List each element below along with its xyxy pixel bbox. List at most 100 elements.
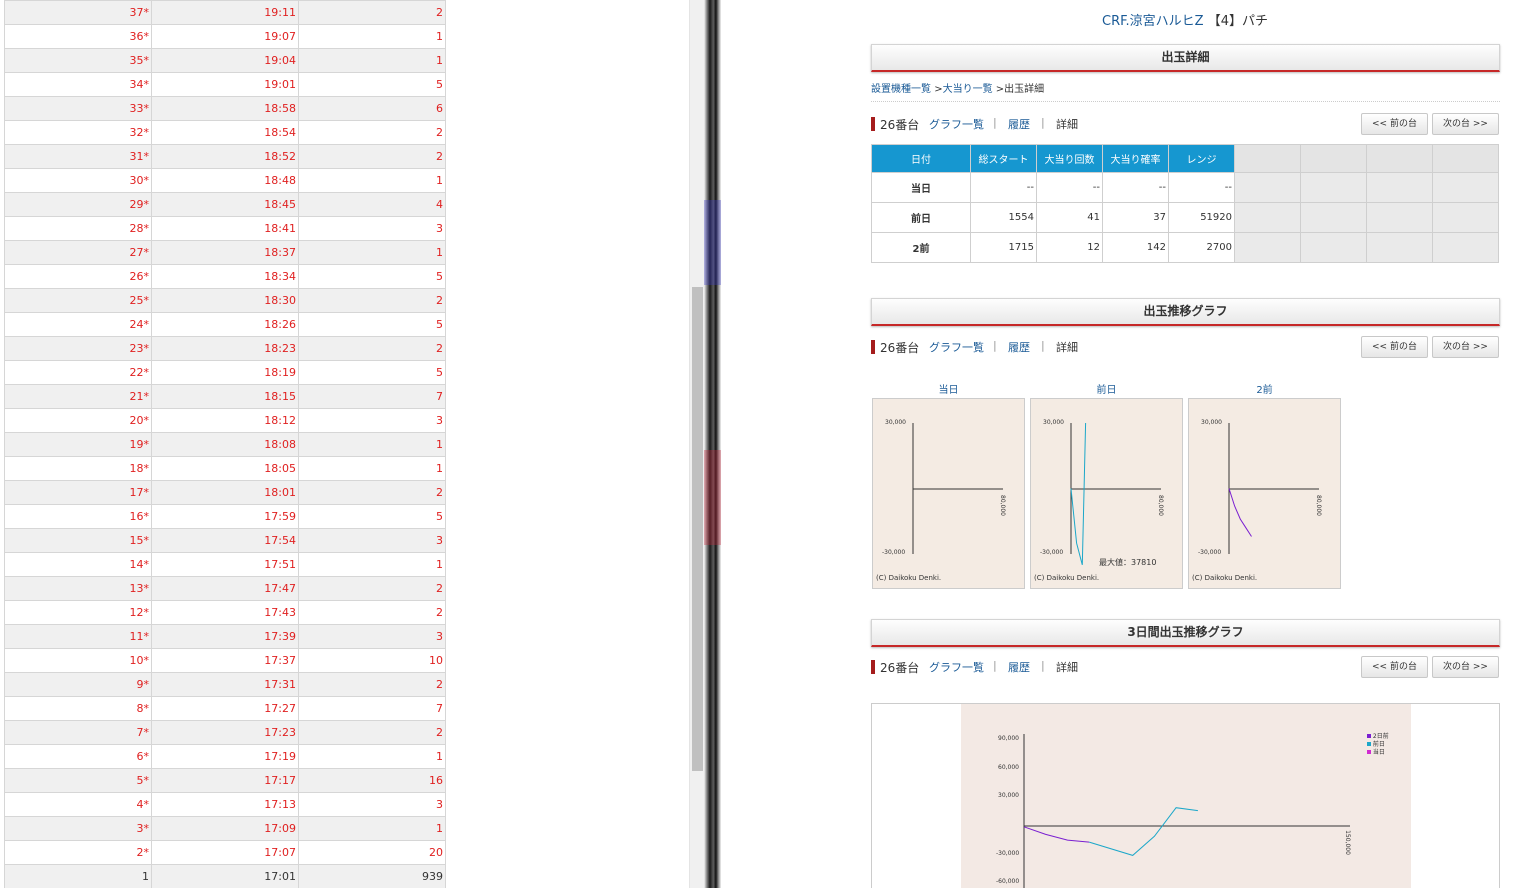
y-bottom-label: -30,000 bbox=[1198, 549, 1222, 556]
thumb-two-days-ago[interactable]: 2前 30,000 -30,000 80,000 (C) Daikoku Den… bbox=[1188, 381, 1341, 589]
history-row: 27* 18:37 1 bbox=[4, 240, 446, 265]
graph-list-link[interactable]: グラフ一覧 bbox=[929, 116, 984, 132]
stats-header-cell: 大当り確率 bbox=[1102, 144, 1169, 173]
section-header-detail: 出玉詳細 bbox=[871, 44, 1500, 72]
round-cell: 11* bbox=[4, 624, 152, 649]
thumb-chart[interactable]: 30,000 -30,000 80,000 最大値：37810 (C) Daik… bbox=[1030, 398, 1183, 589]
series-line bbox=[1228, 488, 1252, 537]
stats-value-cell: 12 bbox=[1036, 232, 1103, 263]
window-divider[interactable] bbox=[704, 0, 721, 888]
graph-list-link[interactable]: グラフ一覧 bbox=[929, 659, 984, 675]
count-cell: 5 bbox=[298, 360, 446, 385]
next-machine-button[interactable]: 次の台 >> bbox=[1432, 113, 1499, 135]
history-row: 12* 17:43 2 bbox=[4, 600, 446, 625]
next-machine-button[interactable]: 次の台 >> bbox=[1432, 336, 1499, 358]
breadcrumb-jackpot-list[interactable]: 大当り一覧 bbox=[943, 84, 993, 95]
thumb-yesterday[interactable]: 前日 30,000 -30,000 80,000 最大値：37810 (C) D… bbox=[1030, 381, 1183, 589]
time-cell: 18:19 bbox=[151, 360, 299, 385]
stats-empty-cell bbox=[1300, 144, 1367, 173]
machine-navbar: 26番台 グラフ一覧 | 履歴 | 詳細 << 前の台 次の台 >> bbox=[871, 113, 1500, 135]
history-row: 4* 17:13 3 bbox=[4, 792, 446, 817]
three-day-chart-svg bbox=[1023, 734, 1350, 888]
time-cell: 17:17 bbox=[151, 768, 299, 793]
stats-value-cell: 41 bbox=[1036, 202, 1103, 233]
history-row: 24* 18:26 5 bbox=[4, 312, 446, 337]
breadcrumb-sep: > bbox=[934, 84, 943, 95]
prev-machine-button[interactable]: << 前の台 bbox=[1361, 113, 1428, 135]
count-cell: 2 bbox=[298, 120, 446, 145]
left-scrollbar[interactable] bbox=[689, 0, 704, 888]
stats-value-cell: -- bbox=[970, 172, 1037, 203]
thumb-label[interactable]: 2前 bbox=[1188, 381, 1341, 398]
next-machine-button[interactable]: 次の台 >> bbox=[1432, 656, 1499, 678]
round-cell: 30* bbox=[4, 168, 152, 193]
history-link[interactable]: 履歴 bbox=[1008, 339, 1030, 355]
legend-item: 2日前 bbox=[1367, 733, 1389, 741]
stats-empty-cell bbox=[1234, 144, 1301, 173]
graph-list-link[interactable]: グラフ一覧 bbox=[929, 339, 984, 355]
time-cell: 18:34 bbox=[151, 264, 299, 289]
round-cell: 12* bbox=[4, 600, 152, 625]
history-row: 37* 19:11 2 bbox=[4, 0, 446, 25]
time-cell: 17:54 bbox=[151, 528, 299, 553]
history-row: 11* 17:39 3 bbox=[4, 624, 446, 649]
count-cell: 7 bbox=[298, 696, 446, 721]
count-cell: 1 bbox=[298, 432, 446, 457]
round-cell: 5* bbox=[4, 768, 152, 793]
count-cell: 3 bbox=[298, 624, 446, 649]
y-bottom-label: -30,000 bbox=[1040, 549, 1064, 556]
history-row: 26* 18:34 5 bbox=[4, 264, 446, 289]
thumb-today[interactable]: 当日 30,000 -30,000 80,000 (C) Daikoku Den… bbox=[872, 381, 1025, 589]
thumb-label[interactable]: 前日 bbox=[1030, 381, 1183, 398]
time-cell: 19:07 bbox=[151, 24, 299, 49]
count-cell: 1 bbox=[298, 744, 446, 769]
count-cell: 20 bbox=[298, 840, 446, 865]
stats-value-cell: 51920 bbox=[1168, 202, 1235, 233]
history-row: 30* 18:48 1 bbox=[4, 168, 446, 193]
stats-empty-cell bbox=[1366, 172, 1433, 203]
history-pane: 37* 19:11 2 36* 19:07 1 35* 19:04 1 34* 19:01 5 33* 1… bbox=[0, 0, 690, 888]
machine-navbar: 26番台 グラフ一覧 | 履歴 | 詳細 << 前の台 次の台 >> bbox=[871, 336, 1500, 358]
prev-machine-button[interactable]: << 前の台 bbox=[1361, 336, 1428, 358]
thumb-label[interactable]: 当日 bbox=[872, 381, 1025, 398]
machine-number: 26番台 bbox=[880, 118, 920, 132]
y-tick: 60,000 bbox=[998, 764, 1019, 771]
stats-empty-cell bbox=[1300, 172, 1367, 203]
stats-row: 前日 1554 41 37 51920 bbox=[871, 202, 1499, 233]
round-cell: 34* bbox=[4, 72, 152, 97]
count-cell: 16 bbox=[298, 768, 446, 793]
count-cell: 2 bbox=[298, 480, 446, 505]
stats-header-cell: レンジ bbox=[1168, 144, 1235, 173]
machine-name: CRF.涼宮ハルヒZ bbox=[1102, 14, 1204, 29]
count-cell: 2 bbox=[298, 336, 446, 361]
count-cell: 5 bbox=[298, 504, 446, 529]
thumb-chart[interactable]: 30,000 -30,000 80,000 (C) Daikoku Denki. bbox=[872, 398, 1025, 589]
round-cell: 19* bbox=[4, 432, 152, 457]
round-cell: 13* bbox=[4, 576, 152, 601]
history-row: 6* 17:19 1 bbox=[4, 744, 446, 769]
history-link[interactable]: 履歴 bbox=[1008, 659, 1030, 675]
stats-row-label: 2前 bbox=[871, 232, 971, 263]
thumb-axes bbox=[1228, 423, 1319, 554]
breadcrumb-machine-list[interactable]: 設置機種一覧 bbox=[871, 84, 931, 95]
prev-machine-button[interactable]: << 前の台 bbox=[1361, 656, 1428, 678]
count-cell: 5 bbox=[298, 72, 446, 97]
time-cell: 17:31 bbox=[151, 672, 299, 697]
left-scrollbar-thumb[interactable] bbox=[692, 287, 703, 771]
x-right-label: 150,000 bbox=[1343, 830, 1351, 855]
x-right-label: 80,000 bbox=[1157, 495, 1164, 516]
count-cell: 1 bbox=[298, 48, 446, 73]
machine-number: 26番台 bbox=[880, 661, 920, 675]
thumb-chart[interactable]: 30,000 -30,000 80,000 (C) Daikoku Denki. bbox=[1188, 398, 1341, 589]
stats-value-cell: 37 bbox=[1102, 202, 1169, 233]
count-cell: 2 bbox=[298, 0, 446, 25]
history-row: 35* 19:04 1 bbox=[4, 48, 446, 73]
round-cell: 17* bbox=[4, 480, 152, 505]
round-cell: 23* bbox=[4, 336, 152, 361]
history-row: 5* 17:17 16 bbox=[4, 768, 446, 793]
stats-empty-cell bbox=[1432, 172, 1499, 203]
history-link[interactable]: 履歴 bbox=[1008, 116, 1030, 132]
time-cell: 18:30 bbox=[151, 288, 299, 313]
time-cell: 19:11 bbox=[151, 0, 299, 25]
nav-separator: | bbox=[1041, 659, 1045, 672]
